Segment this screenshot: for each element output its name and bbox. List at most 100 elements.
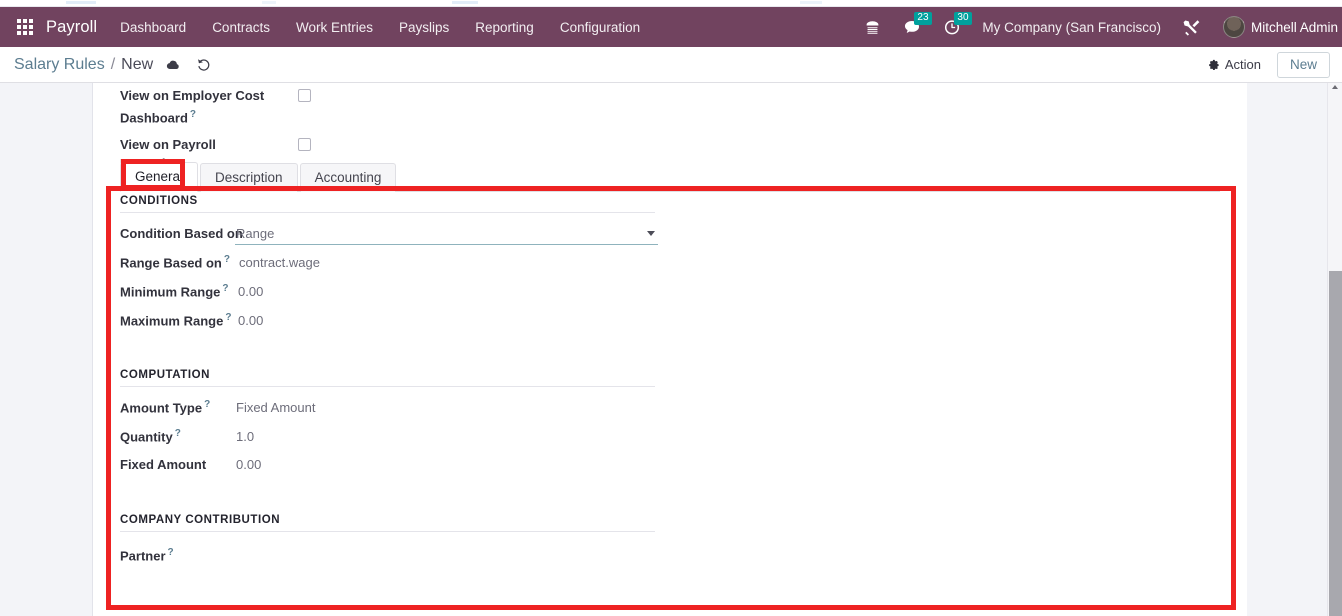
voip-phone-button[interactable] (853, 7, 892, 47)
avatar (1222, 16, 1245, 38)
action-menu-button[interactable]: Action (1203, 54, 1265, 75)
value-range-based-on[interactable]: contract.wage (235, 255, 320, 270)
help-icon[interactable]: ? (220, 283, 228, 294)
field-quantity: Quantity? 1.0 (120, 428, 680, 457)
tab-description[interactable]: Description (200, 163, 298, 192)
group-company-contribution: COMPANY CONTRIBUTION Partner? (120, 514, 680, 573)
select-value: Range (236, 226, 275, 241)
field-label-text: Quantity (120, 429, 173, 445)
nav-menu-reporting[interactable]: Reporting (462, 10, 547, 45)
help-icon[interactable]: ? (188, 109, 196, 120)
value-partner[interactable] (235, 544, 355, 560)
nav-menu-work-entries[interactable]: Work Entries (283, 10, 386, 45)
help-icon[interactable]: ? (223, 312, 231, 323)
messages-button[interactable]: 23 (892, 7, 932, 47)
tab-accounting[interactable]: Accounting (299, 163, 397, 192)
new-record-button[interactable]: New (1276, 51, 1330, 78)
nav-menu-dashboard[interactable]: Dashboard (107, 10, 199, 45)
group-conditions: CONDITIONS Condition Based on Range Rang… (120, 195, 680, 341)
checkbox-view-on-employer-cost-dashboard[interactable] (298, 89, 311, 102)
save-record-button[interactable] (165, 58, 180, 72)
main-navbar: Payroll Dashboard Contracts Work Entries… (0, 7, 1342, 47)
odoo-payroll-salary-rule-form: Payroll Dashboard Contracts Work Entries… (0, 0, 1342, 616)
apps-grid-icon (17, 19, 33, 35)
notebook-tabs: General Description Accounting (120, 161, 1220, 192)
form-view-content: View on Employer Cost Dashboard? View on… (0, 83, 1342, 616)
gear-icon (1209, 59, 1219, 71)
field-amount-type: Amount Type? Fixed Amount (120, 399, 680, 428)
tab-general[interactable]: General (120, 162, 199, 192)
navbar-right-tools: 23 30 My Company (San Francisco) Mitchel… (853, 7, 1342, 47)
breadcrumb-current-new: New (121, 55, 154, 73)
field-label: Partner? (120, 547, 235, 563)
record-save-discard-actions (153, 57, 211, 72)
field-range-based-on: Range Based on? contract.wage (120, 254, 680, 283)
checkbox-view-on-payroll-reporting[interactable] (298, 138, 311, 152)
select-condition-based-on[interactable]: Range (235, 225, 658, 245)
undo-discard-icon (198, 59, 210, 71)
breadcrumb: Salary Rules / New (14, 56, 153, 74)
form-sheet: View on Employer Cost Dashboard? View on… (93, 83, 1247, 616)
control-panel: Salary Rules / New Action New (0, 47, 1342, 83)
value-quantity[interactable]: 1.0 (235, 429, 254, 444)
activities-button[interactable]: 30 (932, 7, 972, 47)
breadcrumb-separator: / (110, 55, 116, 73)
group-title-computation: COMPUTATION (120, 369, 655, 387)
value-fixed-amount[interactable]: 0.00 (235, 457, 261, 472)
field-fixed-amount: Fixed Amount 0.00 (120, 457, 680, 486)
debug-tools-button[interactable] (1171, 7, 1212, 47)
field-label: Fixed Amount (120, 457, 207, 472)
field-maximum-range: Maximum Range? 0.00 (120, 312, 680, 341)
help-icon[interactable]: ? (202, 399, 210, 410)
control-panel-right: Action New (1203, 51, 1330, 78)
field-label: Range Based on? (120, 254, 235, 270)
activities-count-badge: 30 (954, 12, 972, 25)
left-gutter (0, 83, 93, 616)
scrollbar-thumb[interactable] (1329, 271, 1342, 616)
field-label: Maximum Range? (120, 312, 235, 328)
value-minimum-range[interactable]: 0.00 (235, 284, 263, 299)
chevron-down-icon (647, 231, 655, 236)
group-title-conditions: CONDITIONS (120, 195, 655, 213)
field-partner: Partner? (120, 544, 680, 573)
field-label-text: Partner (120, 548, 166, 563)
value-amount-type[interactable]: Fixed Amount (235, 400, 316, 415)
wrench-screwdriver-icon (1183, 19, 1200, 36)
company-switcher[interactable]: My Company (San Francisco) (972, 20, 1171, 35)
field-label-text: Maximum Range (120, 313, 224, 329)
telephone-icon (867, 20, 879, 34)
nav-menu-configuration[interactable]: Configuration (547, 10, 653, 45)
page-top-sliver (0, 0, 1342, 7)
help-icon[interactable]: ? (173, 428, 181, 439)
group-title-company-contribution: COMPANY CONTRIBUTION (120, 514, 655, 532)
discard-record-button[interactable] (196, 57, 211, 72)
field-label: Minimum Range? (120, 283, 235, 299)
field-label-text: Minimum Range (120, 284, 221, 300)
app-brand-payroll[interactable]: Payroll (42, 18, 107, 37)
messages-count-badge: 23 (914, 12, 932, 25)
top-checkbox-fields: View on Employer Cost Dashboard? View on… (120, 83, 450, 173)
field-label-text: Range Based on (120, 255, 222, 271)
apps-menu-button[interactable] (8, 11, 42, 43)
field-label: View on Employer Cost Dashboard? (120, 86, 270, 127)
field-label: Quantity? (120, 428, 235, 444)
field-condition-based-on: Condition Based on Range (120, 225, 680, 254)
nav-menu-payslips[interactable]: Payslips (386, 10, 462, 45)
field-label: Condition Based on (120, 226, 243, 241)
value-maximum-range[interactable]: 0.00 (235, 313, 263, 328)
field-label-text: Amount Type (120, 400, 203, 416)
field-label: Amount Type? (120, 399, 235, 415)
breadcrumb-salary-rules[interactable]: Salary Rules (14, 56, 105, 74)
general-tab-panel: CONDITIONS Condition Based on Range Rang… (120, 195, 680, 601)
user-menu-button[interactable]: Mitchell Admin (1212, 7, 1342, 47)
vertical-scrollbar[interactable] (1327, 83, 1342, 616)
user-name-label: Mitchell Admin (1250, 19, 1338, 35)
help-icon[interactable]: ? (166, 547, 174, 558)
action-menu-label: Action (1224, 57, 1261, 72)
scroll-up-arrow-icon[interactable] (1332, 85, 1338, 89)
help-icon[interactable]: ? (222, 254, 230, 265)
nav-menu-contracts[interactable]: Contracts (199, 10, 283, 45)
field-minimum-range: Minimum Range? 0.00 (120, 283, 680, 312)
cloud-save-icon (167, 60, 179, 69)
group-computation: COMPUTATION Amount Type? Fixed Amount Qu… (120, 369, 680, 486)
